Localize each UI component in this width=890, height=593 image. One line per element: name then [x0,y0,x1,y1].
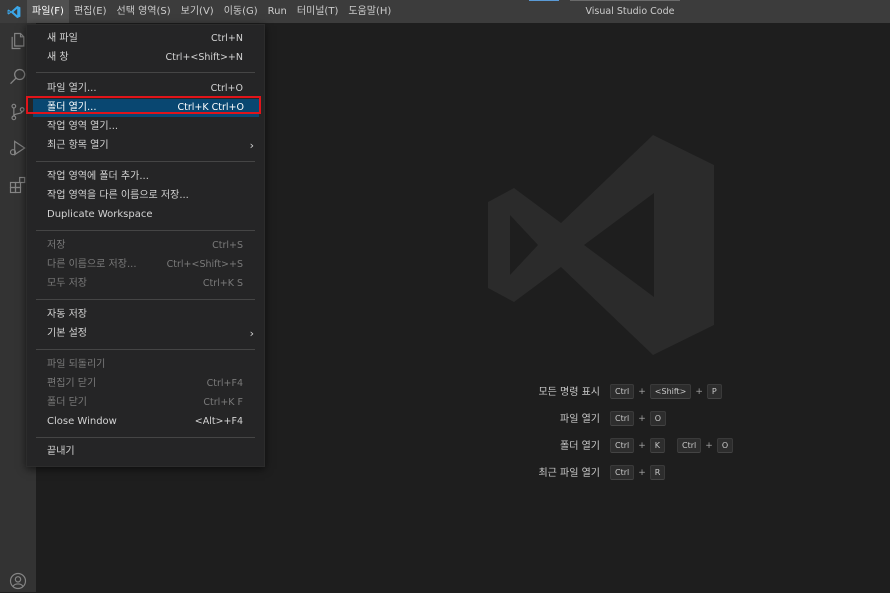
menu-separator [36,299,255,300]
menu-item-add-folder-to-workspace[interactable]: 작업 영역에 폴더 추가... [27,168,264,186]
menu-item-close-editor[interactable]: 편집기 닫기 Ctrl+F4 [27,375,264,393]
key-badge: O [716,438,734,453]
menu-run[interactable]: Run [263,0,292,23]
menu-item-open-folder[interactable]: 폴더 열기... Ctrl+K Ctrl+O [33,99,259,117]
menu-file[interactable]: 파일(F) [27,0,69,23]
menu-item-preferences[interactable]: 기본 설정 › [27,325,264,343]
menu-item-open-recent[interactable]: 최근 항목 열기 › [27,137,264,155]
menu-edit[interactable]: 편집(E) [69,0,112,23]
shortcut-label: 파일 열기 [560,414,600,425]
chevron-right-icon: › [249,327,254,340]
key-badge: Ctrl [677,438,702,453]
vscode-logo-icon [0,0,27,23]
menu-item-save-all[interactable]: 모두 저장 Ctrl+K S [27,275,264,293]
key-badge: O [649,411,667,426]
key-badge: Ctrl [610,384,635,399]
shortcut-keys: Ctrl + K Ctrl + O [610,438,734,453]
shortcut-label: 최근 파일 열기 [538,468,600,479]
window-title: Visual Studio Code [585,6,675,17]
menu-item-exit[interactable]: 끝내기 [27,443,264,461]
shortcut-keys: Ctrl + O [610,411,667,426]
shortcut-keys: Ctrl + R [610,465,666,480]
menu-item-new-file[interactable]: 새 파일 Ctrl+N [27,30,264,48]
title-bar: 파일(F) 편집(E) 선택 영역(S) 보기(V) 이동(G) Run 터미널… [0,0,890,23]
menu-bar: 파일(F) 편집(E) 선택 영역(S) 보기(V) 이동(G) Run 터미널… [27,0,396,23]
key-badge: R [649,465,666,480]
menu-separator [36,161,255,162]
account-icon[interactable] [6,569,30,593]
menu-item-save-workspace-as[interactable]: 작업 영역을 다른 이름으로 저장... [27,187,264,205]
title-accent-line [529,0,559,1]
menu-selection[interactable]: 선택 영역(S) [112,0,176,23]
menu-item-duplicate-workspace[interactable]: Duplicate Workspace [27,206,264,224]
menu-item-open-workspace[interactable]: 작업 영역 열기... [27,118,264,136]
menu-separator [36,230,255,231]
file-menu-dropdown: 새 파일 Ctrl+N 새 창 Ctrl+<Shift>+N 파일 열기... Ctr… [26,24,265,467]
menu-item-auto-save[interactable]: 자동 저장 [27,306,264,324]
menu-item-save[interactable]: 저장 Ctrl+S [27,237,264,255]
key-badge: Ctrl [610,411,635,426]
menu-help[interactable]: 도움말(H) [343,0,396,23]
menu-item-close-folder[interactable]: 폴더 닫기 Ctrl+K F [27,394,264,412]
shortcut-label: 폴더 열기 [560,441,600,452]
key-badge: Ctrl [610,465,635,480]
key-badge: P [706,384,722,399]
key-badge: K [649,438,666,453]
shortcut-keys: Ctrl + <Shift> + P [610,384,722,399]
menu-item-revert-file[interactable]: 파일 되돌리기 [27,356,264,374]
menu-separator [36,349,255,350]
menu-terminal[interactable]: 터미널(T) [292,0,344,23]
key-badge: Ctrl [610,438,635,453]
shortcut-label: 모든 명령 표시 [538,387,600,398]
menu-item-save-as[interactable]: 다른 이름으로 저장... Ctrl+<Shift>+S [27,256,264,274]
menu-separator [36,72,255,73]
key-badge: <Shift> [649,384,692,399]
menu-item-open-file[interactable]: 파일 열기... Ctrl+O [27,80,264,98]
menu-item-new-window[interactable]: 새 창 Ctrl+<Shift>+N [27,49,264,67]
vscode-watermark-icon [488,135,720,358]
menu-go[interactable]: 이동(G) [219,0,263,23]
menu-view[interactable]: 보기(V) [176,0,219,23]
menu-separator [36,437,255,438]
chevron-right-icon: › [249,139,254,152]
menu-item-close-window[interactable]: Close Window <Alt>+F4 [27,413,264,431]
